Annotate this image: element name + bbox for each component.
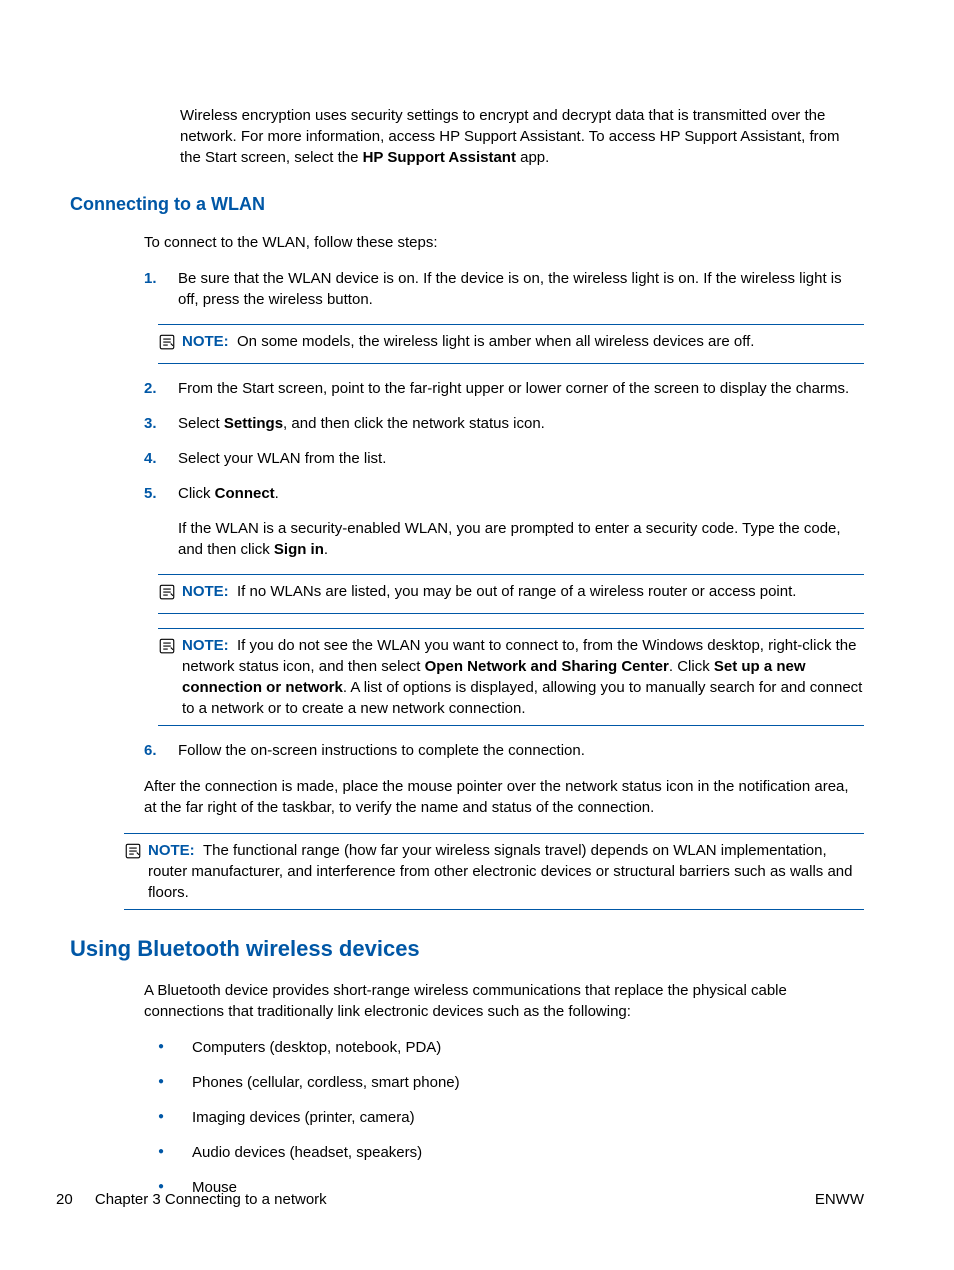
note-label: NOTE: <box>148 842 195 859</box>
note-box-1: NOTE: On some models, the wireless light… <box>158 324 864 364</box>
note-box-2: NOTE: If no WLANs are listed, you may be… <box>158 574 864 614</box>
step-text: Follow the on-screen instructions to com… <box>178 740 864 761</box>
note-text: NOTE: If you do not see the WLAN you wan… <box>182 635 864 719</box>
step-number: 5. <box>144 483 178 560</box>
step-number: 6. <box>144 740 178 761</box>
footer-left: 20 Chapter 3 Connecting to a network <box>56 1189 327 1210</box>
step-text: Select your WLAN from the list. <box>178 448 864 469</box>
step-number: 2. <box>144 378 178 399</box>
note-icon <box>158 635 182 719</box>
note-label: NOTE: <box>182 333 229 350</box>
note-text: NOTE: If no WLANs are listed, you may be… <box>182 581 864 607</box>
step-5: 5. Click Connect. If the WLAN is a secur… <box>144 483 864 560</box>
note-label: NOTE: <box>182 637 229 654</box>
intro-text-2: app. <box>516 149 549 166</box>
step-text: Click Connect. If the WLAN is a security… <box>178 483 864 560</box>
wlan-lead: To connect to the WLAN, follow these ste… <box>144 232 864 253</box>
list-item: Phones (cellular, cordless, smart phone) <box>158 1072 864 1093</box>
step-2: 2. From the Start screen, point to the f… <box>144 378 864 399</box>
step-3: 3. Select Settings, and then click the n… <box>144 413 864 434</box>
list-item: Computers (desktop, notebook, PDA) <box>158 1037 864 1058</box>
bluetooth-list: Computers (desktop, notebook, PDA) Phone… <box>158 1037 864 1198</box>
step-number: 1. <box>144 268 178 310</box>
note-text: NOTE: The functional range (how far your… <box>148 840 864 903</box>
step-number: 3. <box>144 413 178 434</box>
note-text: NOTE: On some models, the wireless light… <box>182 331 864 357</box>
footer-right: ENWW <box>815 1189 864 1210</box>
intro-bold: HP Support Assistant <box>363 149 516 166</box>
note-icon <box>158 331 182 357</box>
step-text: Select Settings, and then click the netw… <box>178 413 864 434</box>
chapter-title: Chapter 3 Connecting to a network <box>95 1191 327 1208</box>
note-label: NOTE: <box>182 583 229 600</box>
note-icon <box>124 840 148 903</box>
step-5-sub: If the WLAN is a security-enabled WLAN, … <box>178 518 864 560</box>
list-item: Audio devices (headset, speakers) <box>158 1142 864 1163</box>
intro-paragraph: Wireless encryption uses security settin… <box>180 105 864 168</box>
note-content: The functional range (how far your wirel… <box>148 842 853 901</box>
note-icon <box>158 581 182 607</box>
step-number: 4. <box>144 448 178 469</box>
page-number: 20 <box>56 1191 73 1208</box>
note-box-3: NOTE: If you do not see the WLAN you wan… <box>158 628 864 726</box>
page-footer: 20 Chapter 3 Connecting to a network ENW… <box>56 1189 864 1210</box>
step-text: From the Start screen, point to the far-… <box>178 378 864 399</box>
step-6: 6. Follow the on-screen instructions to … <box>144 740 864 761</box>
note-box-4: NOTE: The functional range (how far your… <box>124 833 864 910</box>
heading-connecting-wlan: Connecting to a WLAN <box>70 192 864 217</box>
note-content: On some models, the wireless light is am… <box>237 333 754 350</box>
step-text: Be sure that the WLAN device is on. If t… <box>178 268 864 310</box>
heading-bluetooth: Using Bluetooth wireless devices <box>70 934 864 965</box>
note-content: If no WLANs are listed, you may be out o… <box>237 583 796 600</box>
list-item: Imaging devices (printer, camera) <box>158 1107 864 1128</box>
wlan-after: After the connection is made, place the … <box>144 776 864 818</box>
bluetooth-lead: A Bluetooth device provides short-range … <box>144 980 864 1022</box>
step-1: 1. Be sure that the WLAN device is on. I… <box>144 268 864 310</box>
step-4: 4. Select your WLAN from the list. <box>144 448 864 469</box>
